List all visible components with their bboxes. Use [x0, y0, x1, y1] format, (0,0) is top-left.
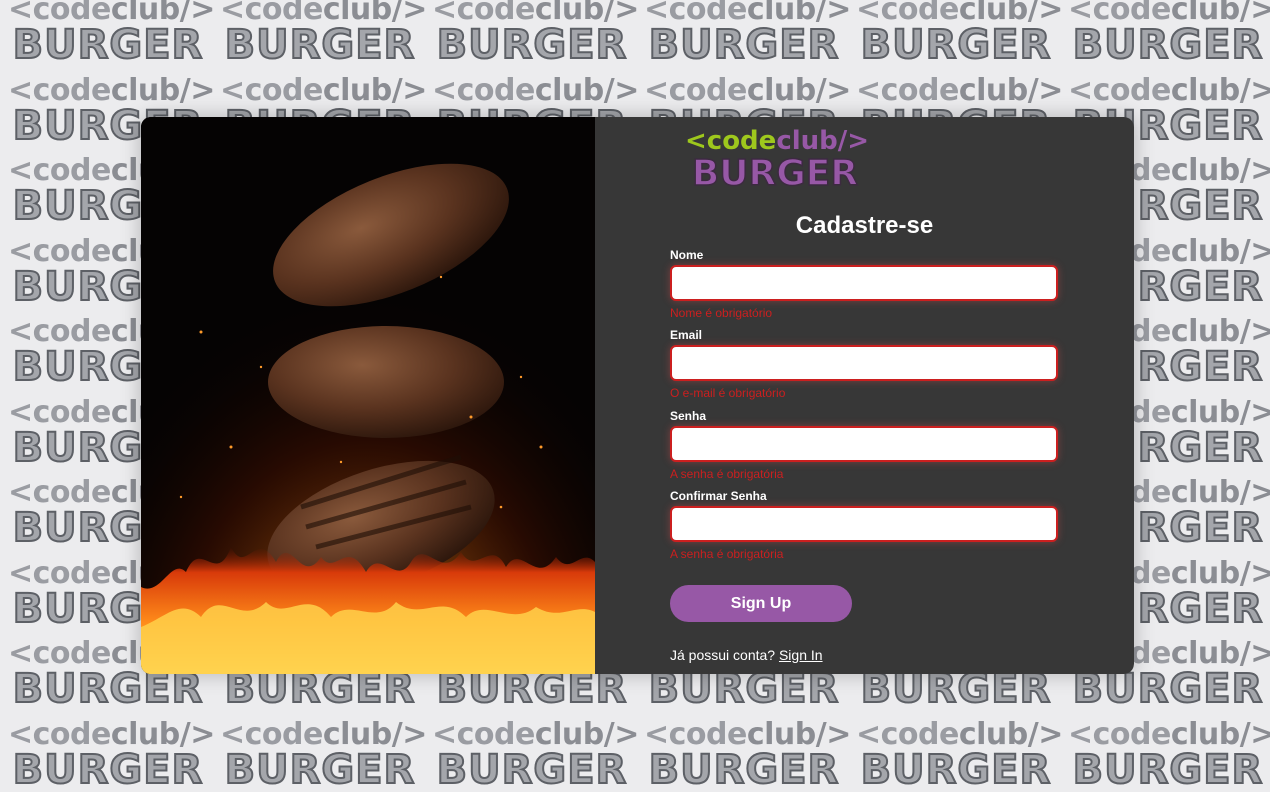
logo-code-text: <code	[685, 126, 777, 156]
signin-prompt-text: Já possui conta?	[670, 647, 776, 663]
password-field-group: Senha A senha é obrigatória	[670, 409, 1058, 481]
burger-patties-illustration	[141, 117, 595, 674]
password-input[interactable]	[670, 426, 1058, 462]
background-logo-tile: <codeclub/>BURGER	[1068, 0, 1270, 68]
email-field-group: Email O e-mail é obrigatório	[670, 328, 1058, 400]
name-field-group: Nome Nome é obrigatório	[670, 248, 1058, 320]
sign-in-link[interactable]: Sign In	[779, 647, 823, 663]
background-logo-tile: <codeclub/>BURGER	[220, 0, 427, 68]
email-label: Email	[670, 328, 703, 342]
logo-club-text: club/>	[776, 126, 870, 156]
confirm-password-input[interactable]	[670, 506, 1058, 542]
background-logo-tile: <codeclub/>BURGER	[856, 716, 1063, 792]
codeclub-burger-logo: <codeclub/> BURGER	[685, 126, 869, 194]
background-logo-tile: <codeclub/>BURGER	[644, 716, 851, 792]
background-logo-tile: <codeclub/>BURGER	[432, 716, 639, 792]
confirm-password-field-group: Confirmar Senha A senha é obrigatória	[670, 489, 1058, 561]
password-error: A senha é obrigatória	[670, 467, 784, 481]
background-logo-tile: <codeclub/>BURGER	[644, 0, 851, 68]
password-label: Senha	[670, 409, 707, 423]
signup-card: <codeclub/> BURGER Cadastre-se Nome Nome…	[141, 117, 1134, 674]
confirm-password-label: Confirmar Senha	[670, 489, 767, 503]
page-title: Cadastre-se	[795, 212, 934, 239]
signup-form-panel: <codeclub/> BURGER Cadastre-se Nome Nome…	[595, 117, 1134, 674]
email-error: O e-mail é obrigatório	[670, 386, 786, 400]
background-logo-tile: <codeclub/>BURGER	[856, 0, 1063, 68]
patty-middle	[268, 326, 504, 438]
confirm-password-error: A senha é obrigatória	[670, 547, 784, 561]
signin-prompt: Já possui conta? Sign In	[670, 647, 823, 663]
background-logo-tile: <codeclub/>BURGER	[1068, 716, 1270, 792]
background-logo-tile: <codeclub/>BURGER	[8, 716, 215, 792]
burger-image	[141, 117, 595, 674]
background-logo-tile: <codeclub/>BURGER	[220, 716, 427, 792]
background-logo-tile: <codeclub/>BURGER	[8, 0, 215, 68]
name-input[interactable]	[670, 265, 1058, 301]
name-error: Nome é obrigatório	[670, 306, 773, 320]
background-logo-tile: <codeclub/>BURGER	[432, 0, 639, 68]
email-input[interactable]	[670, 345, 1058, 381]
name-label: Nome	[670, 248, 704, 262]
sign-up-button[interactable]: Sign Up	[670, 585, 852, 622]
logo-burger-text: BURGER	[691, 153, 859, 194]
